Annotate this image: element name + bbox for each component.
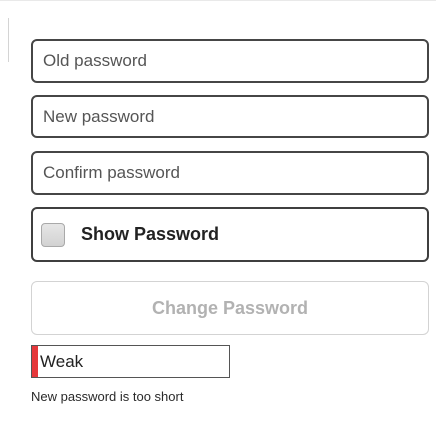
change-password-button[interactable]: Change Password (31, 281, 429, 335)
top-divider (0, 0, 436, 1)
show-password-label: Show Password (81, 224, 220, 244)
new-password-input[interactable] (31, 95, 429, 138)
strength-label: Weak (40, 352, 84, 371)
show-password-checkbox[interactable] (41, 223, 65, 247)
password-strength-meter: Weak (31, 345, 230, 378)
change-password-page: Show Password Change Password Weak New p… (0, 0, 436, 421)
validation-message: New password is too short (31, 389, 184, 404)
left-divider (8, 18, 9, 62)
show-password-toggle[interactable]: Show Password (31, 207, 429, 262)
old-password-input[interactable] (31, 39, 429, 83)
confirm-password-input[interactable] (31, 151, 429, 195)
strength-fill-bar (32, 346, 38, 377)
